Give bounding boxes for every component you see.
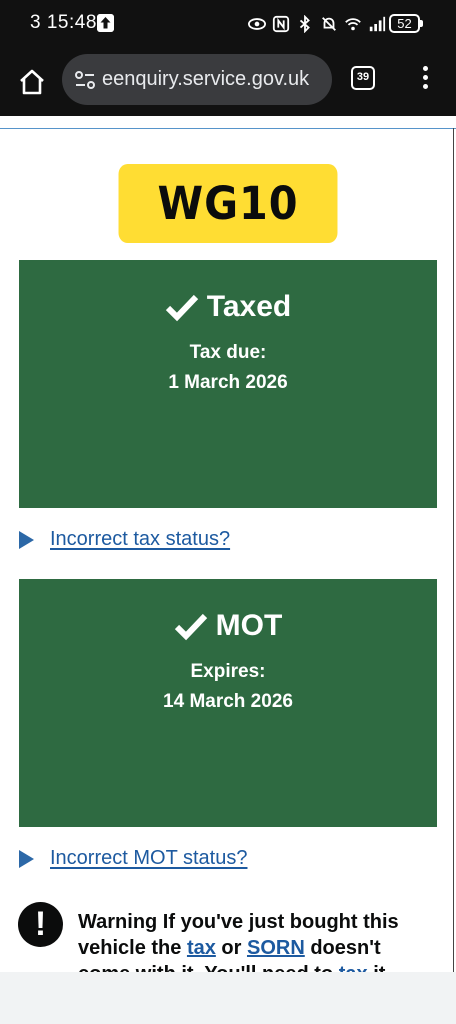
- tax-heading: Taxed: [19, 290, 437, 324]
- mot-heading: MOT: [19, 609, 437, 643]
- sorn-link[interactable]: SORN: [247, 937, 305, 959]
- web-page[interactable]: WG10 WGN Taxed Tax due: 1 March 2026 Inc…: [0, 116, 456, 972]
- scrollbar[interactable]: [453, 128, 454, 972]
- browser-toolbar: eenquiry.service.gov.uk 39: [0, 48, 456, 116]
- eye-icon: [248, 18, 266, 30]
- warning-text: Warning If you've just bought this vehic…: [78, 909, 428, 972]
- warning-or: or: [221, 937, 242, 959]
- header-rule: [0, 128, 456, 129]
- mot-expires-label: Expires:: [190, 661, 266, 682]
- status-icons: [248, 12, 386, 36]
- warning-icon: !: [18, 902, 63, 947]
- tab-switcher-button[interactable]: 39: [351, 66, 375, 90]
- home-icon[interactable]: [18, 68, 46, 96]
- triangle-right-icon: [19, 530, 34, 549]
- battery-icon: 52: [389, 14, 423, 33]
- more-options-icon[interactable]: [418, 66, 432, 92]
- mot-expiry-date: 14 March 2026: [163, 691, 293, 712]
- incorrect-tax-status-toggle[interactable]: Incorrect tax status?: [19, 528, 230, 551]
- incorrect-mot-status-link[interactable]: Incorrect MOT status?: [50, 847, 247, 870]
- site-settings-icon[interactable]: [74, 69, 96, 91]
- clock: 3 15:48: [30, 12, 97, 33]
- status-bar: 3 15:48 52: [0, 0, 456, 48]
- tick-icon: [174, 613, 207, 641]
- upload-icon: [97, 14, 114, 32]
- bell-muted-icon: [322, 17, 336, 31]
- mot-status-panel: MOT Expires: 14 March 2026: [19, 579, 437, 827]
- mot-heading-text: MOT: [215, 609, 283, 642]
- address-bar[interactable]: eenquiry.service.gov.uk: [62, 54, 332, 105]
- tax-link[interactable]: tax: [187, 937, 216, 959]
- tax-due-label: Tax due:: [189, 342, 267, 363]
- tax-due-date: 1 March 2026: [168, 372, 288, 393]
- registration-plate: WG10 WGN: [118, 164, 338, 309]
- nfc-icon: [272, 15, 290, 33]
- tax-heading-text: Taxed: [206, 290, 292, 323]
- incorrect-tax-status-link[interactable]: Incorrect tax status?: [50, 528, 230, 551]
- tax-status-panel: Taxed Tax due: 1 March 2026: [19, 260, 437, 508]
- wifi-icon: [345, 18, 361, 31]
- tax-link-2[interactable]: tax: [339, 963, 368, 972]
- url-text: eenquiry.service.gov.uk: [102, 68, 310, 90]
- bluetooth-icon: [299, 15, 310, 33]
- signal-icon: [369, 16, 386, 32]
- tick-icon: [165, 294, 198, 322]
- triangle-right-icon: [19, 849, 34, 868]
- incorrect-mot-status-toggle[interactable]: Incorrect MOT status?: [19, 847, 247, 870]
